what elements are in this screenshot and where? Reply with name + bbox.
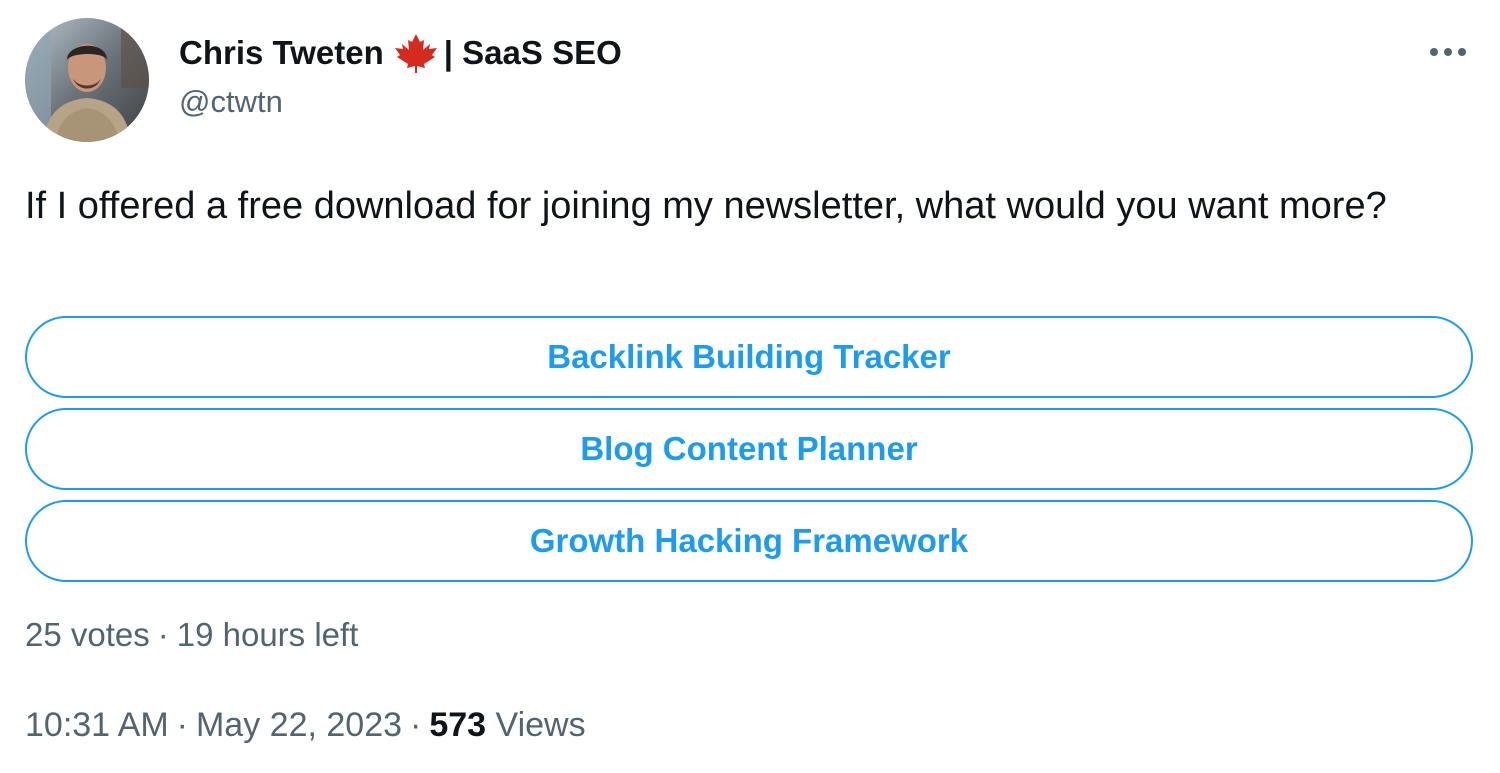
tweet: Chris Tweten | SaaS SEO @ctwtn If I offe… [0,0,1500,773]
canada-maple-leaf-icon [394,33,438,73]
avatar[interactable] [25,18,149,142]
more-options-button[interactable] [1420,30,1476,74]
author-display-name[interactable]: Chris Tweten [179,34,384,72]
poll-option-backlink-building-tracker[interactable]: Backlink Building Tracker [25,316,1473,398]
views-label: Views [495,706,586,744]
poll-status: 25 votes · 19 hours left [25,616,358,654]
tweet-time[interactable]: 10:31 AM [25,706,169,744]
poll-option-blog-content-planner[interactable]: Blog Content Planner [25,408,1473,490]
poll-votes: 25 votes [25,616,150,653]
poll: Backlink Building Tracker Blog Content P… [25,316,1473,592]
author-name-row: Chris Tweten | SaaS SEO [179,30,622,76]
tweet-meta: 10:31 AM · May 22, 2023 · 573 Views [25,706,586,745]
avatar-photo [25,18,149,142]
author-handle[interactable]: @ctwtn [179,84,283,120]
poll-option-growth-hacking-framework[interactable]: Growth Hacking Framework [25,500,1473,582]
separator: · [410,706,422,744]
author-name-suffix: | SaaS SEO [443,34,622,71]
poll-time-left: 19 hours left [176,616,359,653]
views-count: 573 [429,706,487,744]
separator: · [157,616,169,653]
tweet-date[interactable]: May 22, 2023 [196,706,402,744]
more-options-icon [1430,48,1466,56]
separator: · [176,706,188,744]
tweet-text: If I offered a free download for joining… [25,185,1387,227]
